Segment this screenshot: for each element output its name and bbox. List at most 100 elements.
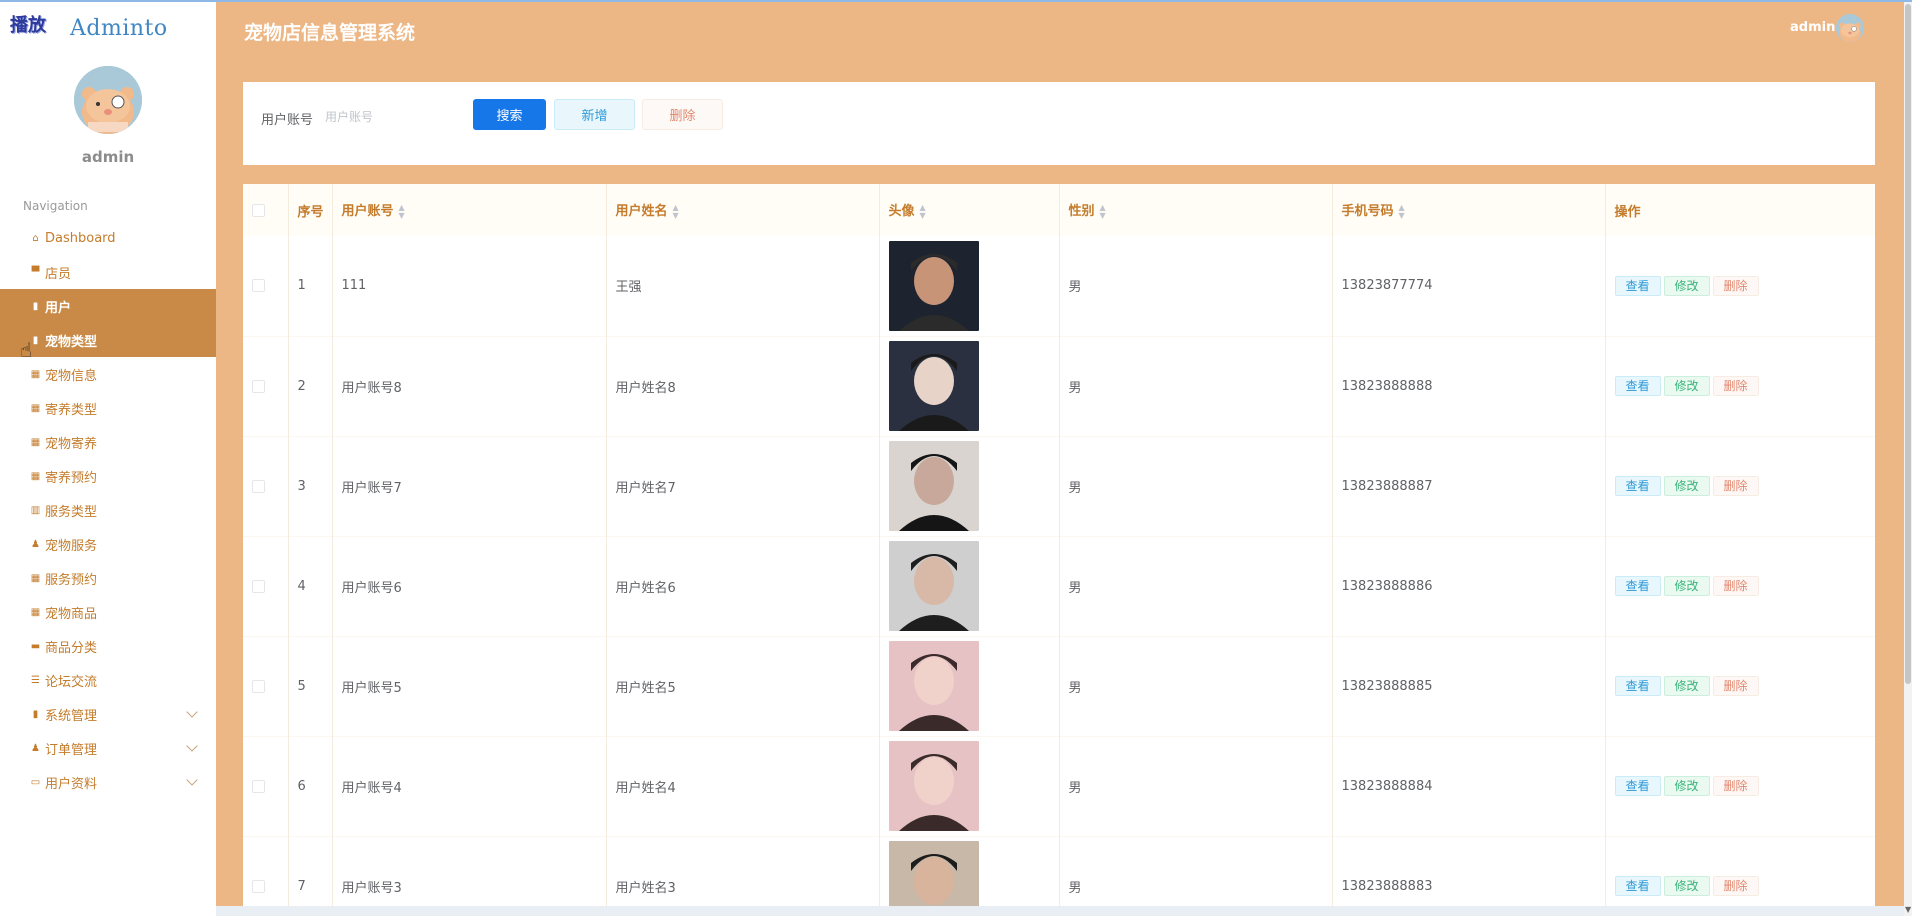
edit-button[interactable]: 修改 bbox=[1663, 576, 1710, 596]
view-button[interactable]: 查看 bbox=[1614, 576, 1661, 596]
sidebar-item-users[interactable]: ▮ 用户 bbox=[0, 289, 216, 323]
scrollbar-thumb[interactable] bbox=[1905, 4, 1911, 684]
avatar[interactable] bbox=[74, 66, 142, 134]
cell-index: 2 bbox=[288, 336, 333, 436]
sidebar-item-boarding-booking[interactable]: ▦ 寄养预约 bbox=[0, 459, 216, 493]
column-header-gender[interactable]: 性别 ▲ ▼ bbox=[1059, 184, 1333, 236]
cell-name: 用户姓名7 bbox=[606, 436, 880, 536]
cell-index: 1 bbox=[288, 236, 333, 336]
row-checkbox[interactable] bbox=[252, 879, 265, 893]
sidebar-item-staff[interactable]: ▀ 店员 bbox=[0, 255, 216, 289]
view-button[interactable]: 查看 bbox=[1614, 376, 1661, 396]
grid-icon: ▦ bbox=[30, 606, 41, 618]
sidebar-item-profile[interactable]: ▭ 用户资料 bbox=[0, 765, 216, 799]
delete-button[interactable]: 删除 bbox=[1712, 476, 1759, 496]
clipboard-icon: ▮ bbox=[32, 300, 39, 312]
user-photo[interactable] bbox=[888, 240, 979, 331]
user-photo[interactable] bbox=[888, 341, 979, 431]
delete-button[interactable]: 删除 bbox=[1712, 275, 1759, 296]
search-field-label: 用户账号 bbox=[261, 113, 314, 128]
delete-button[interactable]: 删除 bbox=[1712, 676, 1759, 696]
column-header-account[interactable]: 用户账号 ▲ ▼ bbox=[332, 184, 607, 236]
add-button[interactable]: 新增 bbox=[554, 99, 635, 130]
vertical-scrollbar[interactable]: ▼ bbox=[1904, 2, 1912, 916]
column-header-phone[interactable]: 手机号码 ▲ ▼ bbox=[1332, 184, 1606, 236]
horizontal-scrollbar[interactable] bbox=[216, 906, 1904, 916]
sidebar-item-system[interactable]: ▮ 系统管理 bbox=[0, 697, 216, 731]
sidebar-item-service-types[interactable]: ▥ 服务类型 bbox=[0, 493, 216, 527]
table-row[interactable]: 4 用户账号6 用户姓名6 男 13823888886 查看 修改 删除 bbox=[243, 536, 1875, 636]
view-button[interactable]: 查看 bbox=[1614, 776, 1661, 796]
cell-phone: 13823888885 bbox=[1332, 636, 1606, 736]
play-overlay-label[interactable]: 播放 bbox=[10, 11, 46, 37]
select-all-cell bbox=[243, 184, 289, 236]
edit-button[interactable]: 修改 bbox=[1663, 476, 1710, 496]
cell-account: 用户账号6 bbox=[332, 536, 607, 636]
user-photo[interactable] bbox=[888, 541, 979, 631]
table-row[interactable]: 7 用户账号3 用户姓名3 男 13823888883 查看 修改 删除 bbox=[243, 836, 1875, 906]
user-photo[interactable] bbox=[888, 841, 979, 906]
view-button[interactable]: 查看 bbox=[1614, 876, 1661, 896]
sort-icon[interactable]: ▲ ▼ bbox=[1100, 203, 1106, 220]
header-avatar[interactable] bbox=[1836, 14, 1864, 42]
sort-icon[interactable]: ▲ ▼ bbox=[673, 203, 679, 220]
sidebar-item-pet-types[interactable]: ▮ 宠物类型 bbox=[0, 323, 216, 357]
row-select-cell bbox=[243, 336, 289, 436]
delete-button[interactable]: 删除 bbox=[1712, 876, 1759, 896]
edit-button[interactable]: 修改 bbox=[1663, 876, 1710, 896]
sidebar-item-dashboard[interactable]: ⌂ Dashboard bbox=[0, 221, 216, 255]
table-row[interactable]: 3 用户账号7 用户姓名7 男 13823888887 查看 修改 删除 bbox=[243, 436, 1875, 536]
user-icon: ♟ bbox=[31, 742, 40, 754]
sidebar-item-pet-products[interactable]: ▦ 宠物商品 bbox=[0, 595, 216, 629]
row-checkbox[interactable] bbox=[252, 379, 265, 393]
row-checkbox[interactable] bbox=[252, 479, 265, 493]
cell-phone: 13823888883 bbox=[1332, 836, 1606, 906]
sidebar-item-orders[interactable]: ♟ 订单管理 bbox=[0, 731, 216, 765]
sort-icon[interactable]: ▲ ▼ bbox=[920, 203, 926, 220]
sort-icon[interactable]: ▲ ▼ bbox=[399, 203, 405, 220]
delete-button[interactable]: 删除 bbox=[1712, 776, 1759, 796]
table-row[interactable]: 6 用户账号4 用户姓名4 男 13823888884 查看 修改 删除 bbox=[243, 736, 1875, 836]
delete-button[interactable]: 删除 bbox=[1712, 576, 1759, 596]
edit-button[interactable]: 修改 bbox=[1663, 776, 1710, 796]
header-username[interactable]: admin bbox=[1790, 20, 1835, 35]
sidebar-item-pet-boarding[interactable]: ▦ 宠物寄养 bbox=[0, 425, 216, 459]
cell-gender: 男 bbox=[1059, 236, 1333, 336]
sidebar-item-service-booking[interactable]: ▦ 服务预约 bbox=[0, 561, 216, 595]
column-header-name[interactable]: 用户姓名 ▲ ▼ bbox=[606, 184, 880, 236]
user-photo[interactable] bbox=[888, 641, 979, 731]
row-checkbox[interactable] bbox=[252, 679, 265, 693]
scroll-down-arrow-icon[interactable]: ▼ bbox=[1905, 905, 1911, 914]
edit-button[interactable]: 修改 bbox=[1663, 275, 1710, 296]
cell-index: 7 bbox=[288, 836, 333, 906]
edit-button[interactable]: 修改 bbox=[1663, 376, 1710, 396]
view-button[interactable]: 查看 bbox=[1614, 476, 1661, 496]
view-button[interactable]: 查看 bbox=[1614, 676, 1661, 696]
view-button[interactable]: 查看 bbox=[1614, 275, 1661, 296]
row-checkbox[interactable] bbox=[252, 279, 265, 293]
account-search-input[interactable] bbox=[325, 104, 455, 130]
select-all-checkbox[interactable] bbox=[252, 203, 265, 217]
edit-button[interactable]: 修改 bbox=[1663, 676, 1710, 696]
brand-logo[interactable]: Adminto bbox=[70, 16, 168, 41]
cell-avatar bbox=[879, 436, 1060, 536]
batch-delete-button[interactable]: 删除 bbox=[642, 99, 723, 130]
user-photo[interactable] bbox=[888, 741, 979, 831]
sidebar-item-pet-services[interactable]: ♟ 宠物服务 bbox=[0, 527, 216, 561]
cell-gender: 男 bbox=[1059, 836, 1333, 906]
sort-icon[interactable]: ▲ ▼ bbox=[1399, 203, 1405, 220]
sidebar-item-boarding-types[interactable]: ▦ 寄养类型 bbox=[0, 391, 216, 425]
column-header-avatar[interactable]: 头像 ▲ ▼ bbox=[879, 184, 1060, 236]
table-row[interactable]: 5 用户账号5 用户姓名5 男 13823888885 查看 修改 删除 bbox=[243, 636, 1875, 736]
table-row[interactable]: 1 111 王强男 13823877774 查看 修改 删除 bbox=[243, 236, 1875, 336]
sidebar-item-product-categories[interactable]: ▬ 商品分类 bbox=[0, 629, 216, 663]
table-row[interactable]: 2 用户账号8 用户姓名8 男 13823888888 查看 修改 删除 bbox=[243, 336, 1875, 436]
delete-button[interactable]: 删除 bbox=[1712, 376, 1759, 396]
sidebar-item-pet-info[interactable]: ▦ 宠物信息 bbox=[0, 357, 216, 391]
search-button[interactable]: 搜索 bbox=[473, 99, 546, 130]
sidebar-item-forum[interactable]: ☰ 论坛交流 bbox=[0, 663, 216, 697]
user-photo[interactable] bbox=[888, 441, 979, 531]
row-checkbox[interactable] bbox=[252, 579, 265, 593]
cell-avatar bbox=[879, 236, 1060, 336]
row-checkbox[interactable] bbox=[252, 779, 265, 793]
